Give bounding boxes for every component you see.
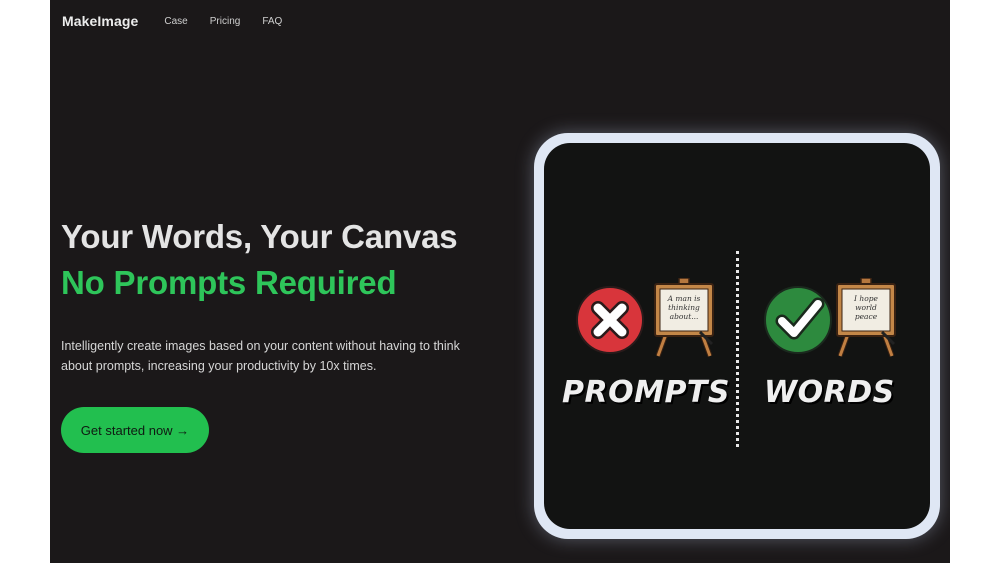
get-started-button[interactable]: Get started now → xyxy=(61,407,209,453)
words-label: WORDS xyxy=(764,375,895,410)
easel-text-words: I hope world peace xyxy=(854,294,878,321)
prompts-label: PROMPTS xyxy=(562,375,731,410)
brand-logo[interactable]: MakeImage xyxy=(62,13,138,29)
easel-icon: A man is thinking about... xyxy=(652,277,716,363)
nav-link-case[interactable]: Case xyxy=(164,16,187,27)
nav-link-faq[interactable]: FAQ xyxy=(262,16,282,27)
top-nav: MakeImage Case Pricing FAQ xyxy=(62,10,304,32)
hero-description: Intelligently create images based on you… xyxy=(61,339,460,373)
hero-subtitle: No Prompts Required xyxy=(61,264,397,301)
hero-title: Your Words, Your Canvas xyxy=(61,218,458,255)
x-mark-icon xyxy=(576,286,644,354)
nav-link-pricing[interactable]: Pricing xyxy=(210,16,241,27)
check-mark-icon xyxy=(764,286,832,354)
page: MakeImage Case Pricing FAQ Your Words, Y… xyxy=(50,0,950,563)
easel-icon: I hope world peace xyxy=(834,277,898,363)
illustration-card: A man is thinking about... PROMPTS I hop… xyxy=(534,133,940,539)
illustration-canvas: A man is thinking about... PROMPTS I hop… xyxy=(544,143,930,529)
dotted-divider xyxy=(736,251,739,447)
easel-text-prompt: A man is thinking about... xyxy=(667,294,701,321)
